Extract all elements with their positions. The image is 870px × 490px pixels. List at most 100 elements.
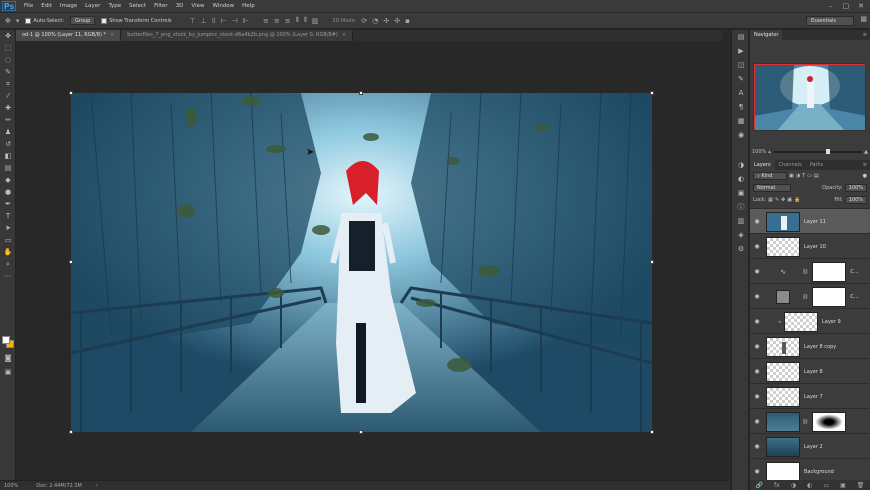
channels-panel-icon[interactable]: ▣ [732, 186, 750, 200]
adjustments-panel-icon[interactable]: ◑ [732, 158, 750, 172]
visibility-eye-icon[interactable]: ◉ [750, 218, 764, 225]
navigator-thumbnail[interactable] [753, 63, 866, 131]
transform-handle[interactable] [650, 260, 654, 264]
filter-shape-icon[interactable]: ▭ [807, 173, 812, 179]
workspace-dropdown[interactable]: Essentials [806, 16, 854, 26]
foreground-color-swatch[interactable] [2, 336, 10, 344]
navigator-zoom-value[interactable]: 100% [752, 149, 766, 155]
styles-panel-icon[interactable]: ◉ [732, 128, 750, 142]
move-tool-icon[interactable]: ✥ [0, 30, 16, 42]
tab-layers[interactable]: Layers [750, 160, 775, 170]
transform-handle[interactable] [359, 430, 363, 434]
doc-tab[interactable]: butterflies_7_png_stock_by_jumpinc_stock… [121, 30, 354, 41]
layer-name[interactable]: Layer 2 [804, 444, 823, 450]
blur-tool-icon[interactable]: ◆ [0, 174, 16, 186]
layer-name[interactable]: Layer 8 copy [804, 344, 836, 350]
lock-position-icon[interactable]: ✥ [781, 197, 785, 203]
zoom-tool-icon[interactable]: ⌕ [0, 258, 16, 270]
visibility-eye-icon[interactable]: ◉ [750, 343, 764, 350]
paragraph-panel-icon[interactable]: ¶ [732, 100, 750, 114]
menu-3d[interactable]: 3D [172, 3, 188, 9]
distribute-top-icon[interactable]: ≡ [263, 17, 269, 25]
distribute-center-icon[interactable]: ≡ [274, 17, 280, 25]
status-arrow-icon[interactable]: › [96, 483, 98, 489]
tab-navigator[interactable]: Navigator [750, 30, 783, 40]
visibility-eye-icon[interactable]: ◉ [750, 443, 764, 450]
align-left-icon[interactable]: ⊢ [221, 17, 227, 25]
layer-mask-thumbnail[interactable] [812, 261, 847, 282]
add-mask-icon[interactable]: ◑ [791, 482, 796, 489]
type-tool-icon[interactable]: T [0, 210, 16, 222]
auto-align-icon[interactable]: ▥ [312, 17, 319, 25]
visibility-eye-icon[interactable]: ◉ [750, 318, 764, 325]
layer-row[interactable]: ◉ ↳ Layer 9 [750, 308, 870, 334]
actions-panel-icon[interactable]: ▶ [732, 44, 750, 58]
layer-row[interactable]: ◉ Layer 8 [750, 358, 870, 384]
distribute-right-icon[interactable]: ⦀ [304, 16, 307, 25]
maximize-button[interactable]: ▢ [839, 1, 853, 11]
lock-artboard-icon[interactable]: ▣ [787, 197, 792, 203]
properties-panel-icon[interactable]: ◫ [732, 58, 750, 72]
menu-filter[interactable]: Filter [150, 3, 172, 9]
pen-tool-icon[interactable]: ✒ [0, 198, 16, 210]
dodge-tool-icon[interactable]: ● [0, 186, 16, 198]
show-transform-option[interactable]: Show Transform Controls [101, 17, 171, 24]
document-image[interactable] [71, 93, 652, 432]
align-vcenter-icon[interactable]: ⊥ [201, 17, 207, 25]
menu-image[interactable]: Image [56, 3, 81, 9]
color-swatches[interactable] [2, 336, 14, 348]
transform-handle[interactable] [69, 91, 73, 95]
quick-select-tool-icon[interactable]: ✎ [0, 66, 16, 78]
visibility-eye-icon[interactable]: ◉ [750, 468, 764, 475]
link-layers-icon[interactable]: 🔗 [756, 482, 763, 489]
layers-menu-icon[interactable]: ≡ [863, 162, 867, 168]
filter-adjust-icon[interactable]: ◑ [796, 173, 800, 179]
3d-scale-icon[interactable]: ▪ [405, 17, 410, 25]
lock-image-icon[interactable]: ✎ [775, 197, 779, 203]
transform-handle[interactable] [650, 91, 654, 95]
filter-type-icon[interactable]: T [802, 173, 805, 179]
3d-pan-icon[interactable]: ✢ [383, 17, 389, 25]
fx-icon[interactable]: fx [774, 482, 780, 489]
info-panel-icon[interactable]: ⓘ [732, 200, 750, 214]
lock-all-icon[interactable]: 🔒 [794, 197, 800, 203]
visibility-eye-icon[interactable]: ◉ [750, 418, 764, 425]
menu-type[interactable]: Type [104, 3, 125, 9]
layer-name[interactable]: Layer 9 [822, 319, 841, 325]
layer-name[interactable]: Layer 7 [804, 394, 823, 400]
align-top-icon[interactable]: ⊤ [189, 17, 195, 25]
visibility-eye-icon[interactable]: ◉ [750, 268, 764, 275]
layer-name[interactable]: Layer 11 [804, 219, 826, 225]
zoom-level[interactable]: 100% [4, 483, 18, 489]
eraser-tool-icon[interactable]: ◧ [0, 150, 16, 162]
menu-layer[interactable]: Layer [81, 3, 104, 9]
layer-row[interactable]: ◉ Background [750, 458, 870, 480]
minimize-button[interactable]: – [824, 1, 838, 11]
show-transform-checkbox[interactable] [101, 17, 108, 24]
eyedropper-tool-icon[interactable]: ⁄ [0, 90, 16, 102]
more-tools-icon[interactable]: ⋯ [0, 270, 16, 282]
tab-channels[interactable]: Channels [775, 160, 806, 170]
layer-name[interactable]: Layer 10 [804, 244, 826, 250]
transform-handle[interactable] [359, 91, 363, 95]
auto-select-checkbox[interactable] [25, 17, 32, 24]
brush-panel-icon[interactable]: ✎ [732, 72, 750, 86]
opacity-field[interactable]: 100% [844, 184, 867, 192]
menu-file[interactable]: File [20, 3, 37, 9]
canvas-area[interactable]: ➤ [16, 41, 722, 480]
delete-layer-icon[interactable]: 🗑 [857, 482, 865, 489]
close-tab-icon[interactable]: × [342, 32, 346, 38]
visibility-eye-icon[interactable]: ◉ [750, 293, 764, 300]
transform-handle[interactable] [650, 430, 654, 434]
new-layer-icon[interactable]: ▣ [840, 482, 846, 489]
filter-toggle-icon[interactable]: ● [863, 173, 867, 179]
lock-transparent-icon[interactable]: ▦ [768, 197, 773, 203]
layer-row[interactable]: ◉ ⛓ [750, 408, 870, 434]
layer-row[interactable]: ◉ Layer 8 copy [750, 333, 870, 359]
filter-smart-icon[interactable]: ▤ [814, 173, 819, 179]
adjustment-layer-icon[interactable]: ◐ [807, 482, 812, 489]
layer-row[interactable]: ◉ Layer 11 [750, 208, 870, 234]
auto-select-option[interactable]: Auto-Select: [25, 17, 64, 24]
menu-help[interactable]: Help [238, 3, 259, 9]
menu-edit[interactable]: Edit [37, 3, 56, 9]
